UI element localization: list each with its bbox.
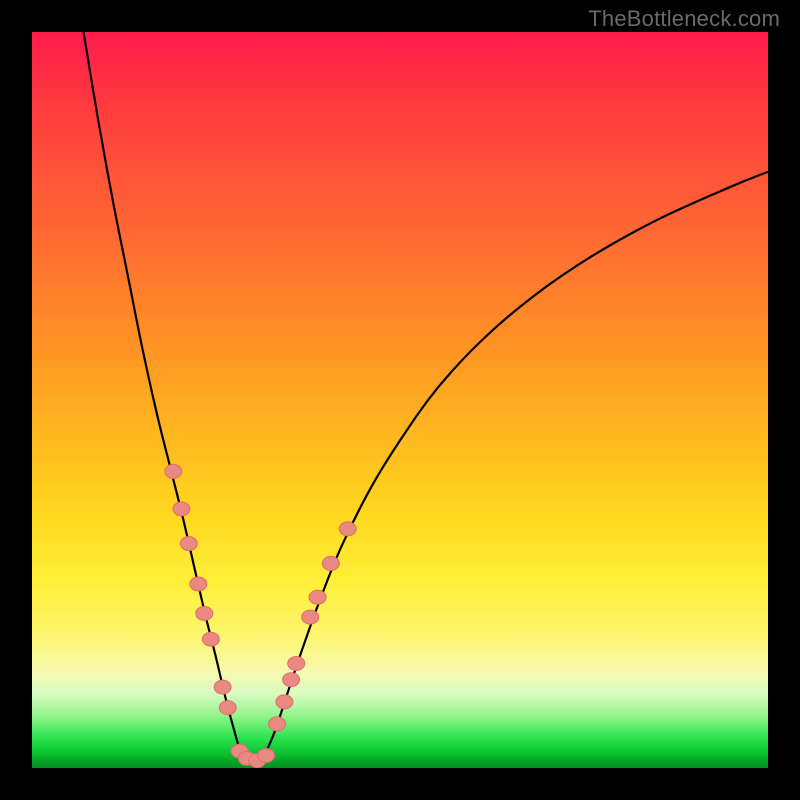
highlight-dot bbox=[276, 695, 293, 709]
highlight-dot bbox=[288, 657, 305, 671]
watermark-text: TheBottleneck.com bbox=[588, 6, 780, 32]
highlight-dot bbox=[258, 749, 275, 763]
highlight-dot bbox=[219, 701, 236, 715]
highlight-dot bbox=[190, 577, 207, 591]
chart-frame: TheBottleneck.com bbox=[0, 0, 800, 800]
highlight-dot bbox=[302, 610, 319, 624]
highlight-dots bbox=[165, 464, 356, 767]
highlight-dot bbox=[339, 522, 356, 536]
highlight-dot bbox=[202, 632, 219, 646]
highlight-dot bbox=[214, 680, 231, 694]
left-branch-curve bbox=[84, 32, 242, 757]
highlight-dot bbox=[269, 717, 286, 731]
plot-area bbox=[32, 32, 768, 768]
highlight-dot bbox=[196, 606, 213, 620]
highlight-dot bbox=[309, 590, 326, 604]
highlight-dot bbox=[165, 464, 182, 478]
right-branch-curve bbox=[264, 172, 768, 757]
curve-svg bbox=[32, 32, 768, 768]
highlight-dot bbox=[322, 556, 339, 570]
highlight-dot bbox=[173, 502, 190, 516]
highlight-dot bbox=[283, 673, 300, 687]
highlight-dot bbox=[180, 537, 197, 551]
